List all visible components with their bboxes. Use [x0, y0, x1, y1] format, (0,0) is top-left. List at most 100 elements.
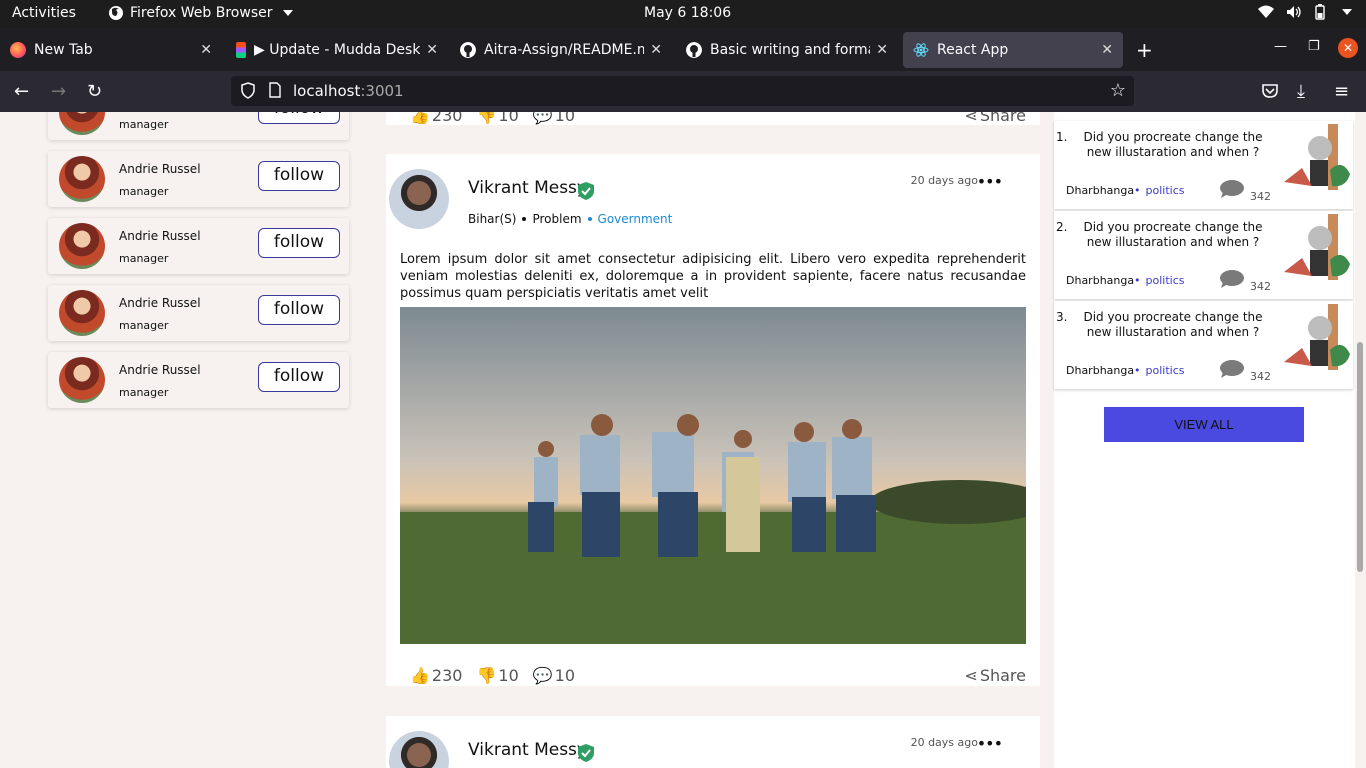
post-options-icon[interactable]: ••• [977, 734, 1003, 753]
window-close-button[interactable]: ✕ [1338, 38, 1358, 58]
author-avatar[interactable] [389, 169, 449, 229]
question-category[interactable]: politics [1134, 184, 1185, 197]
follow-button[interactable]: follow [258, 362, 340, 392]
dislike-button[interactable]: 👎 10 [476, 112, 518, 125]
github-icon [460, 42, 476, 58]
forward-button[interactable]: → [51, 81, 66, 102]
page-scrollbar[interactable] [1355, 112, 1366, 768]
question-text[interactable]: Did you procreate change the new illusta… [1070, 130, 1276, 160]
close-icon[interactable]: ✕ [1101, 42, 1113, 58]
reload-button[interactable]: ↻ [87, 81, 102, 102]
question-item[interactable]: 3. Did you procreate change the new illu… [1054, 301, 1353, 389]
pocket-icon[interactable] [1261, 83, 1279, 99]
question-category[interactable]: politics [1134, 274, 1185, 287]
comment-icon[interactable] [1220, 270, 1244, 288]
address-bar[interactable]: localhost:3001 ☆ [231, 76, 1134, 106]
post-date: 20 days ago [910, 736, 978, 749]
post-body-text: Lorem ipsum dolor sit amet consectetur a… [400, 252, 1026, 301]
avatar[interactable] [59, 223, 105, 269]
question-item[interactable]: 2. Did you procreate change the new illu… [1054, 211, 1353, 299]
question-location[interactable]: Dharbhanga [1066, 184, 1134, 197]
follow-button[interactable]: follow [258, 161, 340, 191]
maximize-button[interactable]: ❐ [1308, 39, 1320, 54]
share-button[interactable]: ⋖ Share [964, 666, 1026, 685]
post-category[interactable]: Government [598, 212, 673, 226]
avatar[interactable] [59, 357, 105, 403]
dislike-button[interactable]: 👎 10 [476, 666, 518, 685]
tab-readme[interactable]: Aitra-Assign/README.md ✕ [450, 32, 672, 68]
tab-mudda-desktop[interactable]: ▶ Update - Mudda Desktop ✕ [226, 32, 448, 68]
github-icon [686, 42, 702, 58]
close-icon[interactable]: ✕ [876, 42, 888, 58]
author-name[interactable]: Vikrant Messy [468, 178, 587, 198]
person-name[interactable]: Andrie Russel [119, 363, 201, 377]
shield-icon[interactable] [241, 82, 255, 99]
question-number: 1. [1056, 130, 1068, 144]
person-name[interactable]: Andrie Russel [119, 229, 201, 243]
tab-new-tab[interactable]: New Tab ✕ [0, 32, 222, 68]
question-text[interactable]: Did you procreate change the new illusta… [1070, 220, 1276, 250]
comment-icon: 💬 [532, 666, 553, 685]
question-location[interactable]: Dharbhanga [1066, 364, 1134, 377]
scrollbar-thumb[interactable] [1357, 342, 1363, 572]
comment-button[interactable]: 💬 10 [533, 666, 575, 685]
page-icon[interactable] [269, 82, 281, 98]
comment-icon: 💬 [532, 112, 553, 125]
view-all-button[interactable]: VIEW ALL [1104, 407, 1304, 442]
avatar[interactable] [59, 290, 105, 336]
share-button[interactable]: ⋖ Share [964, 112, 1026, 125]
thumbs-up-icon: 👍 [410, 112, 430, 125]
minimize-button[interactable]: — [1274, 39, 1287, 54]
post-type[interactable]: Problem [532, 212, 581, 226]
avatar[interactable] [59, 112, 105, 135]
download-icon[interactable]: ⤓ [1297, 81, 1305, 102]
post-card: Vikrant Messy 20 days ago ••• Bihar(S) P… [386, 154, 1040, 686]
close-icon[interactable]: ✕ [650, 42, 662, 58]
back-button[interactable]: ← [14, 81, 29, 102]
person-card: Andrie Russel manager follow [48, 285, 349, 341]
tab-title: Basic writing and formatting [710, 42, 870, 58]
question-item[interactable]: 1. Did you procreate change the new illu… [1054, 121, 1353, 209]
author-avatar[interactable] [389, 731, 449, 768]
question-text[interactable]: Did you procreate change the new illusta… [1070, 310, 1276, 340]
bookmark-star-icon[interactable]: ☆ [1110, 80, 1126, 101]
hamburger-menu-icon[interactable]: ≡ [1334, 81, 1349, 102]
author-name[interactable]: Vikrant Messy [468, 740, 587, 760]
like-button[interactable]: 👍 230 [410, 666, 462, 685]
comment-icon[interactable] [1220, 360, 1244, 378]
comment-icon[interactable] [1220, 180, 1244, 198]
post-options-icon[interactable]: ••• [977, 172, 1003, 191]
follow-button[interactable]: follow [258, 295, 340, 325]
new-tab-button[interactable]: + [1136, 38, 1153, 62]
close-icon[interactable]: ✕ [200, 42, 212, 58]
post-date: 20 days ago [910, 174, 978, 187]
person-name[interactable]: Andrie Russel [119, 296, 201, 310]
app-menu[interactable]: Firefox Web Browser [108, 5, 293, 21]
tab-title: React App [937, 42, 1009, 58]
chevron-down-icon [282, 10, 293, 16]
clock[interactable]: May 6 18:06 [644, 5, 731, 21]
close-icon[interactable]: ✕ [426, 42, 438, 58]
tab-basic-writing[interactable]: Basic writing and formatting ✕ [676, 32, 898, 68]
share-icon: ⋖ [964, 666, 978, 685]
like-button[interactable]: 👍 230 [410, 112, 462, 125]
follow-button[interactable]: follow [258, 112, 340, 124]
tab-react-app[interactable]: React App ✕ [903, 32, 1123, 68]
share-label: Share [979, 666, 1026, 685]
url-text[interactable]: localhost:3001 [293, 82, 404, 100]
post-location[interactable]: Bihar(S) [468, 212, 516, 226]
avatar[interactable] [59, 156, 105, 202]
app-name: Firefox Web Browser [130, 5, 273, 21]
comment-button[interactable]: 💬 10 [533, 112, 575, 125]
post-image[interactable] [400, 307, 1026, 644]
question-location[interactable]: Dharbhanga [1066, 274, 1134, 287]
question-category[interactable]: politics [1134, 364, 1185, 377]
post-card-next: Vikrant Messy 20 days ago ••• [386, 716, 1040, 768]
activities-button[interactable]: Activities [12, 5, 76, 21]
post-tags: Bihar(S) Problem Government [468, 212, 672, 226]
person-name[interactable]: Andrie Russel [119, 162, 201, 176]
firefox-icon [10, 42, 26, 58]
follow-button[interactable]: follow [258, 228, 340, 258]
dislike-count: 10 [498, 666, 519, 685]
system-status-menu[interactable] [1258, 4, 1352, 20]
